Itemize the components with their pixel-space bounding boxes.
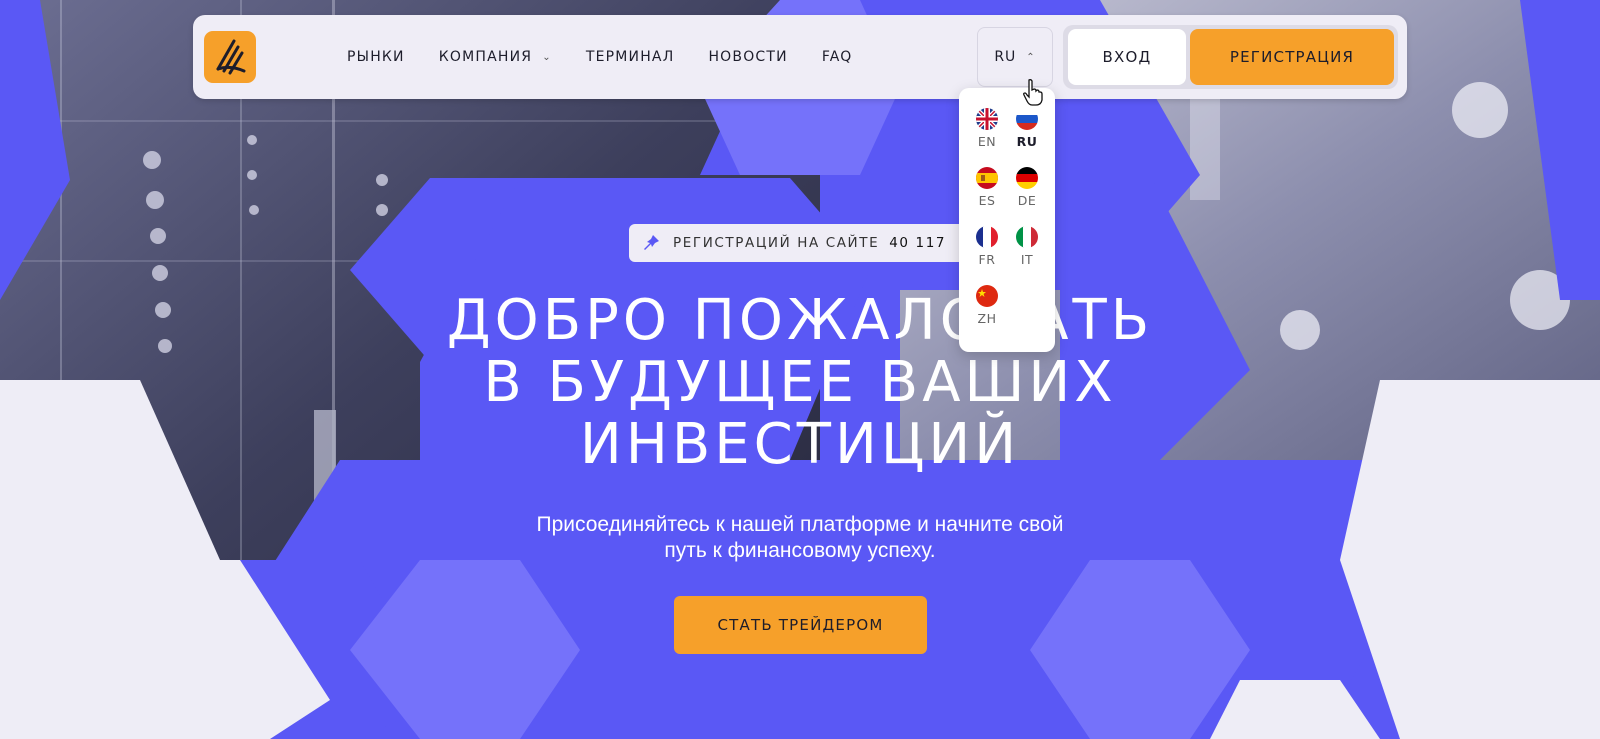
brand-logo-icon[interactable] bbox=[204, 31, 256, 83]
hero-title-line: В БУДУЩЕЕ ВАШИХ bbox=[483, 350, 1117, 415]
hero-title-line: ИНВЕСТИЦИЙ bbox=[579, 412, 1021, 477]
nav-item-faq[interactable]: FAQ bbox=[822, 49, 853, 65]
chevron-down-icon: ⌄ bbox=[542, 51, 552, 63]
language-current: RU bbox=[994, 49, 1017, 65]
spain-flag-icon bbox=[976, 167, 998, 189]
france-flag-icon bbox=[976, 226, 998, 248]
badge-label: РЕГИСТРАЦИЙ НА САЙТЕ bbox=[673, 235, 880, 251]
hero-subtitle: Присоединяйтесь к нашей платформе и начн… bbox=[450, 512, 1150, 564]
language-option-en[interactable]: EN bbox=[967, 108, 1007, 160]
russia-flag-icon bbox=[1016, 108, 1038, 130]
italy-flag-icon bbox=[1016, 226, 1038, 248]
registrations-badge: РЕГИСТРАЦИЙ НА САЙТЕ 40 117 bbox=[629, 224, 969, 262]
language-option-fr[interactable]: FR bbox=[967, 226, 1007, 278]
top-navbar: РЫНКИ КОМПАНИЯ ⌄ ТЕРМИНАЛ НОВОСТИ FAQ RU … bbox=[193, 15, 1407, 99]
pin-icon bbox=[644, 235, 659, 250]
nav-item-markets[interactable]: РЫНКИ bbox=[347, 49, 405, 65]
chevron-up-icon: ⌃ bbox=[1026, 51, 1036, 63]
become-trader-button[interactable]: СТАТЬ ТРЕЙДЕРОМ bbox=[674, 596, 927, 654]
hero-subtitle-line: Присоединяйтесь к нашей платформе и начн… bbox=[536, 513, 1064, 536]
china-flag-icon bbox=[976, 285, 998, 307]
language-option-de[interactable]: DE bbox=[1007, 167, 1047, 219]
nav-item-company[interactable]: КОМПАНИЯ ⌄ bbox=[439, 49, 552, 65]
language-option-it[interactable]: IT bbox=[1007, 226, 1047, 278]
language-option-es[interactable]: ES bbox=[967, 167, 1007, 219]
login-button[interactable]: ВХОД bbox=[1068, 29, 1186, 85]
badge-count: 40 117 bbox=[889, 235, 947, 251]
nav-item-news[interactable]: НОВОСТИ bbox=[708, 49, 787, 65]
main-nav: РЫНКИ КОМПАНИЯ ⌄ ТЕРМИНАЛ НОВОСТИ FAQ bbox=[347, 15, 887, 99]
hero-title: ДОБРО ПОЖАЛОВАТЬ В БУДУЩЕЕ ВАШИХ ИНВЕСТИ… bbox=[300, 290, 1300, 476]
nav-item-terminal[interactable]: ТЕРМИНАЛ bbox=[586, 49, 675, 65]
hero-title-line: ДОБРО ПОЖАЛОВАТЬ bbox=[446, 288, 1154, 353]
language-option-ru[interactable]: RU bbox=[1007, 108, 1047, 160]
language-dropdown: EN RU ES DE FR IT ZH bbox=[959, 88, 1055, 352]
register-button[interactable]: РЕГИСТРАЦИЯ bbox=[1190, 29, 1394, 85]
hand-cursor-icon bbox=[1023, 79, 1043, 106]
hero-subtitle-line: путь к финансовому успеху. bbox=[664, 539, 936, 562]
auth-buttons: ВХОД РЕГИСТРАЦИЯ bbox=[1063, 25, 1398, 89]
uk-flag-icon bbox=[976, 108, 998, 130]
germany-flag-icon bbox=[1016, 167, 1038, 189]
language-option-zh[interactable]: ZH bbox=[967, 285, 1007, 337]
